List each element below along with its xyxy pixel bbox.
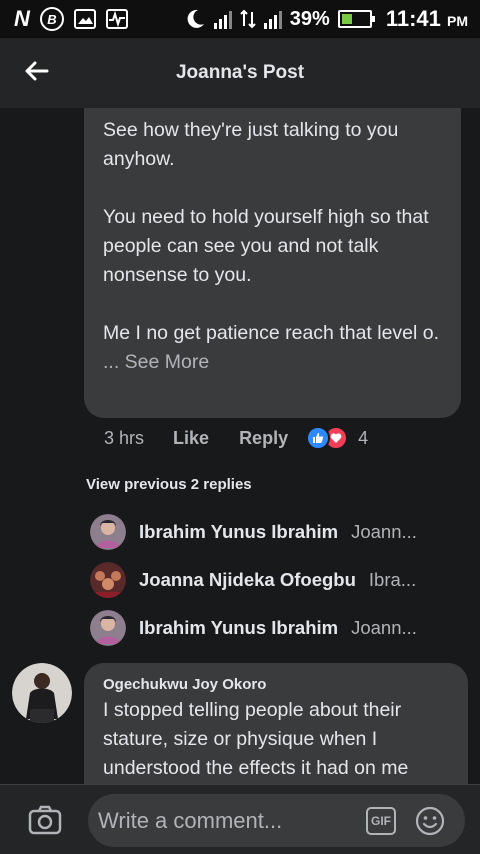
reaction-count: 4 bbox=[358, 427, 369, 448]
activity-icon bbox=[105, 9, 128, 29]
comment-placeholder: Write a comment... bbox=[98, 807, 283, 833]
battery-icon bbox=[337, 10, 375, 28]
signal-icon bbox=[213, 9, 232, 29]
gif-label: GIF bbox=[371, 814, 391, 828]
reply-preview: Joann... bbox=[351, 617, 417, 638]
avatar[interactable] bbox=[12, 663, 72, 723]
reply-button[interactable]: Reply bbox=[239, 428, 288, 449]
comment-input[interactable]: Write a comment... GIF bbox=[88, 794, 465, 847]
comment-author[interactable]: Ogechukwu Joy Okoro bbox=[103, 676, 448, 694]
n-icon: N bbox=[14, 6, 30, 31]
avatar[interactable] bbox=[90, 514, 126, 550]
gif-button[interactable]: GIF bbox=[366, 807, 396, 835]
like-reaction-icon bbox=[306, 426, 331, 450]
avatar[interactable] bbox=[90, 610, 126, 646]
post-header: Joanna's Post bbox=[0, 38, 480, 108]
see-more-link[interactable]: ... See More bbox=[103, 348, 441, 377]
reply-item[interactable]: Ibrahim Yunus Ibrahim Joann... bbox=[90, 514, 460, 550]
comment-text: I stopped telling people about their sta… bbox=[103, 699, 409, 779]
reply-preview: Joann... bbox=[351, 521, 417, 542]
comment-text: See how they're just talking to you anyh… bbox=[103, 119, 440, 344]
comment-actions: 3 hrs Like Reply 4 bbox=[104, 426, 368, 450]
reply-item[interactable]: Ibrahim Yunus Ibrahim Joann... bbox=[90, 610, 460, 646]
clock: 11:41 PM bbox=[385, 6, 468, 31]
comment-composer: Write a comment... GIF bbox=[0, 784, 480, 854]
reactions-summary[interactable]: 4 bbox=[306, 426, 368, 450]
reply-author[interactable]: Joanna Njideka Ofoegbu bbox=[139, 569, 356, 591]
comments-list[interactable]: See how they're just talking to you anyh… bbox=[0, 108, 480, 784]
comment-time: 3 hrs bbox=[104, 427, 145, 448]
gallery-icon bbox=[73, 9, 96, 29]
avatar[interactable] bbox=[90, 562, 126, 598]
view-previous-replies-link[interactable]: View previous 2 replies bbox=[86, 476, 252, 493]
like-button[interactable]: Like bbox=[173, 428, 209, 449]
reply-item[interactable]: Joanna Njideka Ofoegbu Ibra... bbox=[90, 562, 460, 598]
emoji-icon[interactable] bbox=[415, 806, 445, 836]
status-bar: N B 39% 11:41 PM bbox=[0, 0, 480, 38]
comment-bubble[interactable]: See how they're just talking to you anyh… bbox=[84, 108, 461, 418]
signal-icon bbox=[263, 9, 282, 29]
reply-author[interactable]: Ibrahim Yunus Ibrahim bbox=[139, 617, 338, 639]
reply-author[interactable]: Ibrahim Yunus Ibrahim bbox=[139, 521, 338, 543]
battery-percent: 39% bbox=[289, 7, 330, 30]
camera-icon[interactable] bbox=[28, 805, 62, 835]
data-arrows-icon bbox=[240, 9, 256, 29]
comment-bubble[interactable]: Ogechukwu Joy Okoro I stopped telling pe… bbox=[84, 663, 468, 784]
reply-preview: Ibra... bbox=[368, 569, 417, 590]
b-icon: B bbox=[39, 7, 64, 31]
page-title: Joanna's Post bbox=[175, 62, 305, 83]
moon-icon bbox=[187, 9, 204, 28]
